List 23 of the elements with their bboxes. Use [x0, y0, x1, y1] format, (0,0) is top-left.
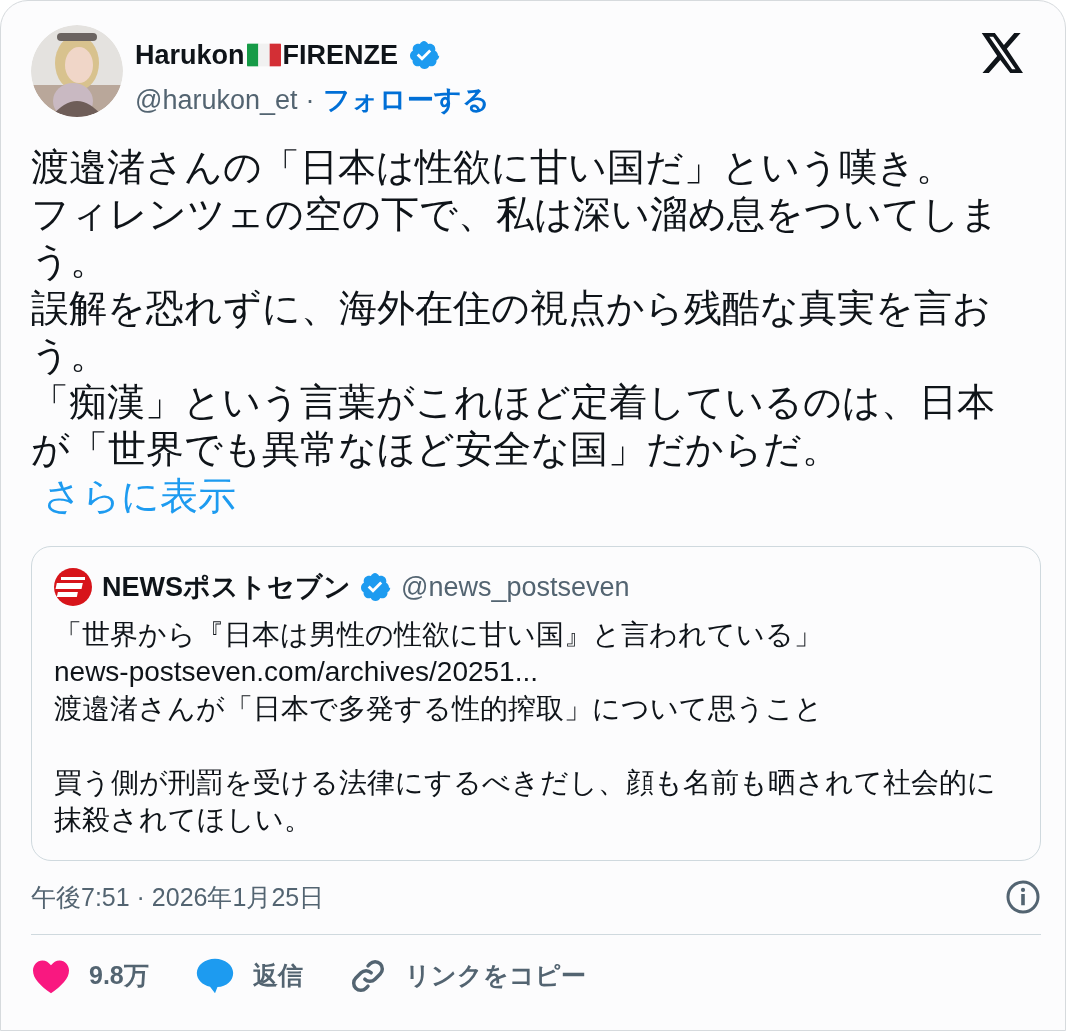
follow-link[interactable]: フォローする — [322, 79, 490, 120]
quoted-text: 買う側が刑罰を受ける法律にするべきだし、顔も名前も晒されて社会的に抹殺されてほしい。 — [54, 765, 997, 837]
heart-icon[interactable] — [31, 958, 71, 994]
quote-card[interactable]: NEWSポストセブン @news_postseven 「世界から『日本は男性の性欲に甘い国』と言われている」 news-postseven.com/archives/20251... 渡邉渚さんが「日本で多発する性的搾取」について思うこと 買う側が刑罰を受ける法律にするべきだし、顔も名前も晒されて社会的に抹殺されてほしい。 — [31, 546, 1041, 861]
x-logo-icon[interactable] — [981, 33, 1025, 73]
reply-action-label[interactable]: 返信 — [252, 957, 303, 995]
link-action-label[interactable]: リンクをコピー — [404, 957, 586, 995]
user-handle[interactable]: @harukon_et — [135, 79, 298, 120]
display-name[interactable]: Harukon — [135, 35, 245, 76]
quoted-text: 渡邉渚さんが「日本で多発する性的搾取」について思うこと — [54, 691, 824, 726]
italy-flag-icon — [246, 42, 281, 69]
news-logo-icon — [54, 568, 92, 607]
quoted-author-name[interactable]: NEWSポストセブン — [102, 567, 351, 608]
timestamp[interactable]: 午後7:51 · 2026年1月25日 — [31, 878, 325, 916]
quoted-user-handle[interactable]: @news_postseven — [401, 567, 630, 608]
quoted-text: news-postseven.com/archives/20251... — [54, 654, 540, 689]
info-icon[interactable] — [1005, 879, 1041, 916]
tweet-text: 渡邉渚さんの「日本は性欲に甘い国だ」という嘆き。 フィレンツェの空の下で、私は深い溜め息をついてしまう。 誤解を恐れずに、海外在住の視点から残酷な真実を言おう。 「痴漢」という言葉がこれほど定着しているのは、日本が「世界でも異常なほど安全な国」だからだ。 さらに表示 — [31, 145, 1000, 519]
quoted-text: 「世界から『日本は男性の性欲に甘い国』と言われている」 — [54, 617, 823, 652]
like-action-label[interactable]: 9.8万 — [89, 957, 149, 995]
display-name[interactable]: FIRENZE — [282, 35, 399, 76]
speech-bubble-icon[interactable] — [194, 957, 235, 995]
separator-dot: · — [305, 83, 315, 117]
